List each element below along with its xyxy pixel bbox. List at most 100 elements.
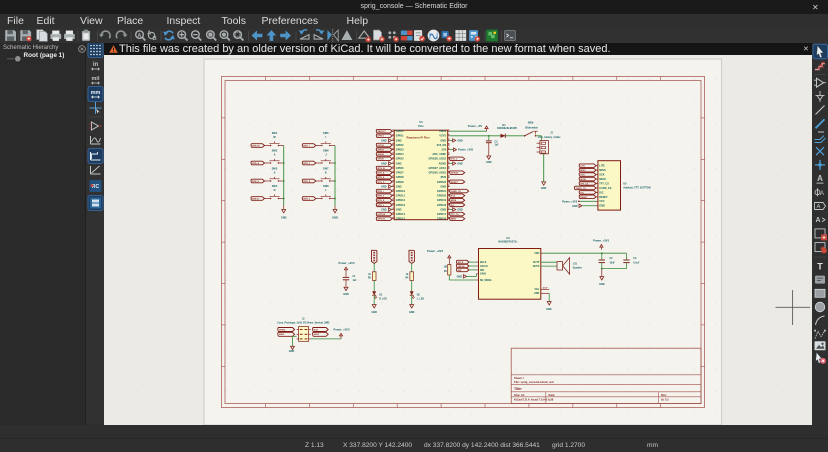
svg-text:LITE: LITE <box>599 165 605 168</box>
svg-text:GPIO21: GPIO21 <box>437 189 447 193</box>
svg-text:GPIO2: GPIO2 <box>378 145 385 147</box>
svg-text:A: A <box>817 174 823 183</box>
svg-text:SCK: SCK <box>580 175 585 177</box>
svg-text:GND: GND <box>381 139 387 142</box>
svg-text:SW9: SW9 <box>528 121 534 125</box>
svg-text:GND: GND <box>599 283 605 286</box>
svg-text:GPIO15: GPIO15 <box>378 219 386 221</box>
svg-text:GPIO14: GPIO14 <box>378 213 386 216</box>
svg-text:ADC_VREF: ADC_VREF <box>432 152 446 156</box>
svg-text:Adafruit_TFT_BUTTON: Adafruit_TFT_BUTTON <box>623 187 651 190</box>
svg-text:GPIO4: GPIO4 <box>396 152 404 156</box>
svg-text:GND: GND <box>381 162 387 165</box>
svg-text:BTN_K: BTN_K <box>304 181 311 183</box>
svg-text:Power_+3V5: Power_+3V5 <box>458 148 474 152</box>
svg-text:BTN_I: BTN_I <box>378 191 384 193</box>
svg-text:GND: GND <box>440 207 446 211</box>
svg-text:3V3_EN: 3V3_EN <box>437 143 447 147</box>
svg-text:GND: GND <box>396 207 402 211</box>
svg-text:GND: GND <box>371 311 377 314</box>
svg-text:VOL_L: VOL_L <box>451 159 458 161</box>
svg-text:GPIO1: GPIO1 <box>378 136 385 138</box>
svg-text:GPIO4: GPIO4 <box>279 328 286 331</box>
svg-text:GPIO10: GPIO10 <box>396 189 406 193</box>
svg-text:MOSI: MOSI <box>580 179 586 181</box>
svg-text:GND: GND <box>440 138 446 142</box>
svg-text:RESET: RESET <box>599 196 608 199</box>
svg-text:R_LED: R_LED <box>379 298 387 300</box>
svg-text:KiCad E.D.A. kicad 7.0.9-3.fc: KiCad E.D.A. kicad 7.0.9-3.fc38 <box>514 398 554 402</box>
svg-text:BTN_K: BTN_K <box>378 200 385 202</box>
svg-text:A: A <box>138 33 142 39</box>
svg-text:D/C: D/C <box>451 205 455 207</box>
svg-text:CARD_CS: CARD_CS <box>451 190 462 193</box>
svg-text:GPIO2: GPIO2 <box>396 143 404 147</box>
svg-text:mil: mil <box>92 76 100 82</box>
svg-text:GPIO3: GPIO3 <box>378 150 385 152</box>
svg-text:GND: GND <box>546 308 552 311</box>
svg-text:GND: GND <box>343 293 349 296</box>
svg-text:Id: 1/1: Id: 1/1 <box>661 398 669 402</box>
svg-text:Power_+3V3: Power_+3V3 <box>334 328 350 332</box>
svg-text:GPIO26: GPIO26 <box>451 173 459 175</box>
svg-text:A: A <box>815 217 820 224</box>
svg-text:Raspberry Pi Pico: Raspberry Pi Pico <box>407 135 430 139</box>
svg-text:L_LED: L_LED <box>417 298 425 300</box>
svg-text:GND: GND <box>572 205 578 208</box>
svg-text:LRCLK: LRCLK <box>458 266 465 268</box>
svg-text:D/C: D/C <box>599 191 604 194</box>
svg-text:K: K <box>325 170 327 174</box>
svg-text:GND: GND <box>396 161 402 165</box>
svg-text:OUTN: OUTN <box>533 266 540 268</box>
svg-text:GPIO17: GPIO17 <box>437 212 447 216</box>
svg-text:VSYS: VSYS <box>439 134 446 138</box>
svg-text:GND: GND <box>457 275 463 278</box>
svg-text:SW1: SW1 <box>272 131 278 135</box>
svg-text:GPIO19: GPIO19 <box>437 198 447 202</box>
svg-text:BTN_S: BTN_S <box>378 177 385 179</box>
svg-text:GPIO8: GPIO8 <box>396 175 404 179</box>
svg-text:RESET: RESET <box>580 197 588 199</box>
svg-text:BTN_W: BTN_W <box>378 168 385 170</box>
svg-text:3V3: 3V3 <box>442 148 447 152</box>
svg-text:GPIO7: GPIO7 <box>396 171 404 175</box>
svg-text:SW6: SW6 <box>323 148 329 152</box>
svg-text:LRCLK: LRCLK <box>480 266 488 268</box>
svg-text:GND: GND <box>486 161 492 164</box>
svg-text:GPIO1: GPIO1 <box>396 134 404 138</box>
svg-text:SW8: SW8 <box>323 184 329 188</box>
svg-text:MAX98357AETE+: MAX98357AETE+ <box>498 240 518 243</box>
svg-text:BTN_L: BTN_L <box>378 205 385 207</box>
svg-text:SCK: SCK <box>599 174 604 177</box>
svg-text:U3: U3 <box>419 120 423 124</box>
svg-text:SW2: SW2 <box>272 148 278 152</box>
svg-text:Power_+3V3: Power_+3V3 <box>562 199 578 203</box>
svg-text:MOSI: MOSI <box>599 178 606 181</box>
svg-text:GND: GND <box>457 162 463 165</box>
svg-text:MISO: MISO <box>451 219 457 221</box>
svg-text:GND: GND <box>289 350 295 353</box>
svg-text:CARD_CS: CARD_CS <box>599 187 611 190</box>
svg-text:CARD_CS: CARD_CS <box>576 187 587 190</box>
svg-text:VDD: VDD <box>534 253 539 255</box>
svg-text:D1: D1 <box>502 123 506 127</box>
svg-text:GND: GND <box>381 185 387 188</box>
svg-text:SW7: SW7 <box>323 166 329 170</box>
svg-text:GPIO9: GPIO9 <box>396 180 404 184</box>
svg-text:GAIN: GAIN <box>480 273 486 276</box>
svg-text:BTN_D: BTN_D <box>378 182 385 184</box>
svg-text:BTN_L: BTN_L <box>304 198 311 200</box>
svg-text:GND: GND <box>541 187 547 190</box>
svg-text:TFT_CS: TFT_CS <box>451 214 459 216</box>
svg-text:Power_+5V: Power_+5V <box>468 124 483 128</box>
svg-text:A: A <box>817 204 821 210</box>
svg-text:Slideswitch: Slideswitch <box>525 126 538 129</box>
svg-text:SCK: SCK <box>314 329 319 331</box>
svg-text:LITE: LITE <box>580 166 585 168</box>
svg-text:File: sprig_console.kicad_sch: File: sprig_console.kicad_sch <box>514 380 554 384</box>
svg-text:T: T <box>817 262 823 272</box>
svg-text:1M: 1M <box>444 267 447 269</box>
svg-text:TFT_CS: TFT_CS <box>599 182 609 185</box>
svg-text:BTN_A: BTN_A <box>252 162 259 165</box>
svg-text:BTN_A: BTN_A <box>378 172 385 175</box>
